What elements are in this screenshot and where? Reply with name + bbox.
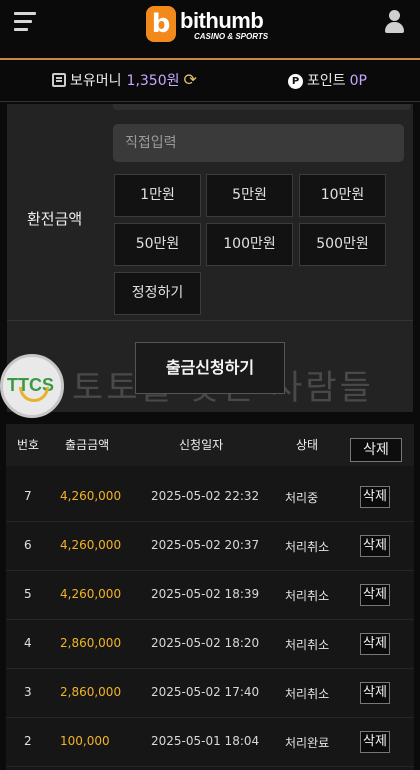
row-number: 4 xyxy=(24,636,32,650)
point-icon: P xyxy=(288,74,303,89)
row-delete-button[interactable]: 삭제 xyxy=(360,731,390,753)
points-display: P 포인트 0P xyxy=(288,70,367,90)
row-status: 처리완료 xyxy=(285,736,330,750)
row-date: 2025-05-02 20:37 xyxy=(151,538,260,552)
header-date: 신청일자 xyxy=(179,438,224,452)
row-delete-button[interactable]: 삭제 xyxy=(360,682,390,704)
logo-text: bithumb xyxy=(180,8,264,33)
logo-badge: b xyxy=(146,6,176,42)
money-value: 1,350원 xyxy=(126,73,180,89)
row-amount: 4,260,000 xyxy=(60,538,122,552)
row-delete-button[interactable]: 삭제 xyxy=(360,535,390,557)
table-row: 7 4,260,000 2025-05-02 22:32 처리중 삭제 xyxy=(6,473,414,522)
amount-button-100k[interactable]: 10만원 xyxy=(299,174,386,217)
header-status: 상태 xyxy=(296,438,319,452)
row-status: 처리중 xyxy=(285,491,319,505)
money-label: 보유머니 xyxy=(70,73,122,89)
points-value: 0P xyxy=(349,73,367,89)
divider xyxy=(7,320,413,321)
logo-subtitle: CASINO & SPORTS xyxy=(194,32,269,41)
row-number: 3 xyxy=(24,685,32,699)
row-number: 6 xyxy=(24,538,32,552)
amount-button-5m[interactable]: 500만원 xyxy=(299,223,386,266)
app-header: b bithumb CASINO & SPORTS xyxy=(0,0,420,58)
amount-button-500k[interactable]: 50만원 xyxy=(114,223,201,266)
delete-all-button[interactable]: 삭제 xyxy=(350,438,402,462)
wallet-icon xyxy=(52,73,66,87)
brand-logo[interactable]: b bithumb CASINO & SPORTS xyxy=(146,4,276,46)
row-date: 2025-05-02 18:39 xyxy=(151,587,260,601)
row-number: 2 xyxy=(24,734,32,748)
row-status: 처리취소 xyxy=(285,687,330,701)
row-number: 5 xyxy=(24,587,32,601)
header-amount: 출금금액 xyxy=(65,438,110,452)
table-row: 5 4,260,000 2025-05-02 18:39 처리취소 삭제 xyxy=(6,571,414,620)
points-label: 포인트 xyxy=(307,73,346,89)
row-delete-button[interactable]: 삭제 xyxy=(360,486,390,508)
row-amount: 100,000 xyxy=(60,734,110,748)
refresh-icon[interactable]: ⟳ xyxy=(184,70,197,89)
balance-bar: 보유머니 1,350원 ⟳ P 포인트 0P xyxy=(0,58,420,102)
withdraw-history-table: 번호 출금금액 신청일자 상태 삭제 7 4,260,000 2025-05-0… xyxy=(6,424,414,770)
table-row: 6 4,260,000 2025-05-02 20:37 처리취소 삭제 xyxy=(6,522,414,571)
row-date: 2025-05-02 22:32 xyxy=(151,489,260,503)
row-number: 7 xyxy=(24,489,32,503)
row-date: 2025-05-01 18:04 xyxy=(151,734,260,748)
row-status: 처리취소 xyxy=(285,540,330,554)
row-delete-button[interactable]: 삭제 xyxy=(360,633,390,655)
menu-icon[interactable] xyxy=(14,12,36,32)
money-display: 보유머니 1,350원 ⟳ xyxy=(52,70,197,90)
row-amount: 4,260,000 xyxy=(60,587,122,601)
table-row: 3 2,860,000 2025-05-02 17:40 처리취소 삭제 xyxy=(6,669,414,718)
amount-button-10k[interactable]: 1만원 xyxy=(114,174,201,217)
row-status: 처리취소 xyxy=(285,638,330,652)
row-date: 2025-05-02 17:40 xyxy=(151,685,260,699)
row-status: 처리취소 xyxy=(285,589,330,603)
table-row: 4 2,860,000 2025-05-02 18:20 처리취소 삭제 xyxy=(6,620,414,669)
table-row: 2 100,000 2025-05-01 18:04 처리완료 삭제 xyxy=(6,718,414,767)
amount-label: 환전금액 xyxy=(27,210,83,228)
withdraw-request-button[interactable]: 출금신청하기 xyxy=(135,342,285,394)
row-amount: 2,860,000 xyxy=(60,685,122,699)
reset-button[interactable]: 정정하기 xyxy=(114,272,201,315)
amount-button-1m[interactable]: 100만원 xyxy=(206,223,293,266)
user-icon[interactable] xyxy=(384,10,404,34)
row-amount: 2,860,000 xyxy=(60,636,122,650)
panel-top-edge xyxy=(113,104,411,110)
amount-input[interactable] xyxy=(113,124,404,162)
row-amount: 4,260,000 xyxy=(60,489,122,503)
amount-button-50k[interactable]: 5만원 xyxy=(206,174,293,217)
table-header: 번호 출금금액 신청일자 상태 삭제 xyxy=(6,424,414,466)
row-date: 2025-05-02 18:20 xyxy=(151,636,260,650)
header-number: 번호 xyxy=(17,438,40,452)
row-delete-button[interactable]: 삭제 xyxy=(360,584,390,606)
